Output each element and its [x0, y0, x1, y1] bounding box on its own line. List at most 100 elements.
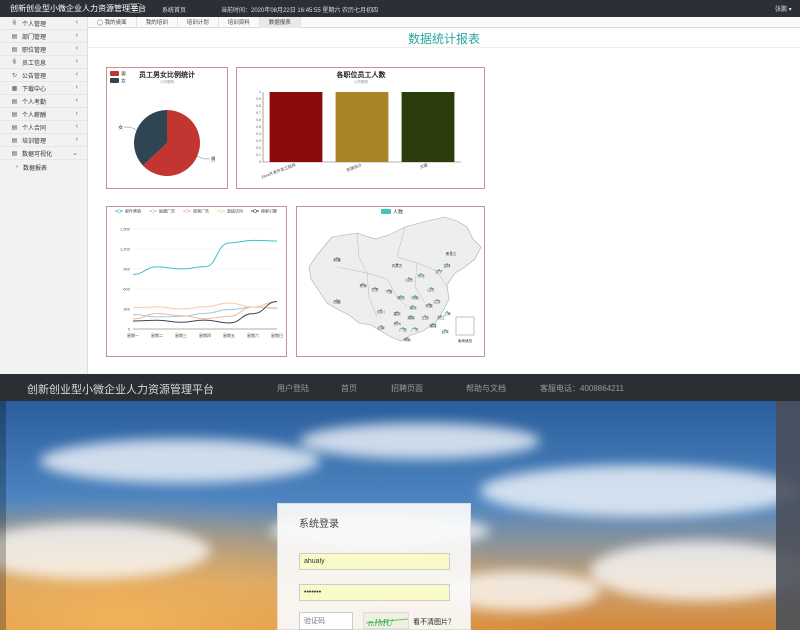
y-tick-label: 300 [123, 306, 130, 311]
captcha-image[interactable]: nJ̶M̶U [363, 612, 409, 629]
map-region-label: 内蒙古 [392, 263, 403, 268]
y-tick-label: 0.3 [256, 139, 261, 143]
top-navbar: 创新创业型小微企业人力资源管理平台 系统首页 当前时间：2020年08月22日 … [0, 0, 800, 17]
inset-label: 南海诸岛 [458, 338, 473, 343]
legend-label: 搜索引擎 [261, 208, 277, 214]
document-icon: ▤ [11, 137, 18, 144]
nav-recruit[interactable]: 招聘页面 [391, 383, 423, 394]
sidebar-item-1[interactable]: ▤ 部门管理 ‹ [0, 30, 87, 43]
chevron-left-icon: ‹ [75, 19, 78, 26]
map-region-label: 海南 [403, 337, 411, 342]
sidebar-item-3[interactable]: ꆜ 员工信息 ‹ [0, 56, 87, 69]
map-region-label: 湖南 [407, 315, 415, 320]
legend-marker [185, 209, 189, 213]
captcha-field[interactable] [299, 612, 353, 630]
legend-label: 男 [121, 72, 126, 78]
map-region-label: 四川 [377, 310, 385, 314]
map-region-label: 浙江 [437, 315, 445, 320]
legend-swatch [110, 78, 119, 83]
refresh-icon: ↻ [11, 72, 18, 79]
sidebar-subitem-report[interactable]: › 数据报表 [0, 160, 87, 174]
map-region-label: 云南 [377, 325, 385, 330]
grid-icon: ▦ [11, 85, 18, 92]
sidebar-item-4[interactable]: ↻ 公告管理 ‹ [0, 69, 87, 82]
map-region-label: 江西 [421, 315, 429, 320]
map-region-label: 重庆 [393, 311, 401, 316]
chevron-left-icon: ‹ [75, 97, 78, 104]
user-menu[interactable]: 张鹏 ▾ [775, 4, 792, 13]
bar-0 [269, 92, 323, 162]
chart-subtitle: 六同眼睛 [160, 79, 174, 84]
legend-marker [219, 209, 223, 213]
sidebar-item-label: 部门管理 [22, 34, 47, 41]
sidebar-item-9[interactable]: ▤ 培训管理 ‹ [0, 134, 87, 147]
china-map-chart: 人数黑龙江吉林辽宁新疆内蒙古青海甘肃 宁夏河北山西山东陕西 河南江苏四川湖北 安徽上海… [308, 209, 482, 343]
document-icon: ▤ [11, 46, 18, 53]
app-title: 创新创业型小微企业人力资源管理平台 [10, 4, 146, 13]
legend-marker [253, 209, 257, 213]
sidebar-item-label: 公告管理 [22, 73, 47, 80]
x-tick-label: 文案 [419, 161, 429, 169]
page-title: 数据统计报表 [88, 28, 800, 48]
y-tick-label: 0 [259, 160, 261, 164]
user-icon: ꆜ [12, 20, 17, 27]
sidebar-item-label: 个人薪酬 [22, 112, 47, 119]
captcha-text: nJ̶M̶U [368, 618, 394, 629]
tab-2[interactable]: 培训计划 [178, 16, 219, 28]
y-tick-label: 0.5 [256, 125, 261, 129]
map-region-label: 贵州 [393, 321, 401, 326]
sidebar-item-6[interactable]: ▤ 个人考勤 ‹ [0, 95, 87, 108]
nav-help[interactable]: 帮助与文档 [466, 383, 506, 394]
y-tick-label: 0.8 [256, 104, 261, 108]
pie-label-line [124, 126, 137, 131]
tab-3[interactable]: 培训资料 [219, 16, 260, 28]
sidebar-item-10[interactable]: ▤ 数据可视化 ⌄ [0, 147, 87, 160]
tab-1[interactable]: 我的培训 [137, 16, 178, 28]
tab-0[interactable]: ◯ 我的桌面 [88, 16, 137, 28]
document-icon: ▤ [11, 111, 18, 118]
series-line-1 [132, 306, 278, 318]
menu-toggle-icon[interactable] [129, 3, 141, 13]
sidebar-item-8[interactable]: ▤ 个人合同 ‹ [0, 121, 87, 134]
password-field[interactable] [299, 584, 450, 601]
sidebar-item-label: 个人合同 [22, 125, 47, 132]
sidebar-item-5[interactable]: ▦ 下载中心 ‹ [0, 82, 87, 95]
y-tick-label: 0.4 [256, 132, 261, 136]
sidebar-item-7[interactable]: ▤ 个人薪酬 ‹ [0, 108, 87, 121]
site-brand[interactable]: 创新创业型小微企业人力资源管理平台 [27, 381, 214, 397]
refresh-captcha-link[interactable]: 看不清图片？ [413, 617, 455, 627]
series-line-4 [132, 301, 278, 324]
x-tick-label: 前端设计 [345, 161, 362, 172]
bar-2 [401, 92, 455, 162]
document-icon: ▤ [11, 33, 18, 40]
sidebar-item-0[interactable]: ꆜ 个人管理 ‹ [0, 17, 87, 30]
sidebar-item-label: 员工信息 [22, 60, 47, 67]
service-phone: 客服电话：4008864211 [540, 384, 624, 393]
nav-home[interactable]: 首页 [341, 383, 357, 394]
y-tick-label: 0.6 [256, 118, 261, 122]
map-card: 人数 黑龙江 吉林 辽宁 新疆 内蒙古 青海 甘肃 宁夏 河北 山西 山东 陕西 河南 江苏 四川 湖北 安徽 上海… [296, 206, 485, 357]
x-tick-label: 星期四 [199, 332, 211, 338]
tab-bar: ◯ 我的桌面 我的培训 培训计划 培训资料 数据报表 [88, 16, 800, 28]
x-tick-label: 星期五 [223, 332, 235, 338]
document-icon: ▤ [11, 98, 18, 105]
document-icon: ▤ [11, 150, 18, 157]
y-tick-label: 0.7 [256, 111, 261, 115]
x-tick-label: 星期三 [175, 332, 187, 338]
map-region-label: 山东 [427, 287, 435, 292]
home-link[interactable]: 系统首页 [162, 5, 186, 14]
sidebar-item-label: 个人考勤 [22, 99, 47, 106]
map-region-label: 湖北 [409, 305, 417, 310]
legend-label: 人数 [393, 209, 403, 216]
map-region-label: 山西 [405, 277, 413, 282]
chevron-left-icon: ‹ [75, 123, 78, 130]
sidebar-item-2[interactable]: ▤ 职位管理 ‹ [0, 43, 87, 56]
map-region-label: 辽宁 [435, 269, 443, 274]
nav-login[interactable]: 用户登陆 [277, 383, 309, 394]
sidebar-subitem-label: 数据报表 [23, 165, 48, 172]
username-field[interactable] [299, 553, 450, 570]
map-region-label: 广西 [399, 327, 407, 332]
tab-4[interactable]: 数据报表 [259, 16, 301, 28]
series-line-3 [132, 302, 278, 310]
y-tick-label: 0.9 [256, 97, 261, 101]
